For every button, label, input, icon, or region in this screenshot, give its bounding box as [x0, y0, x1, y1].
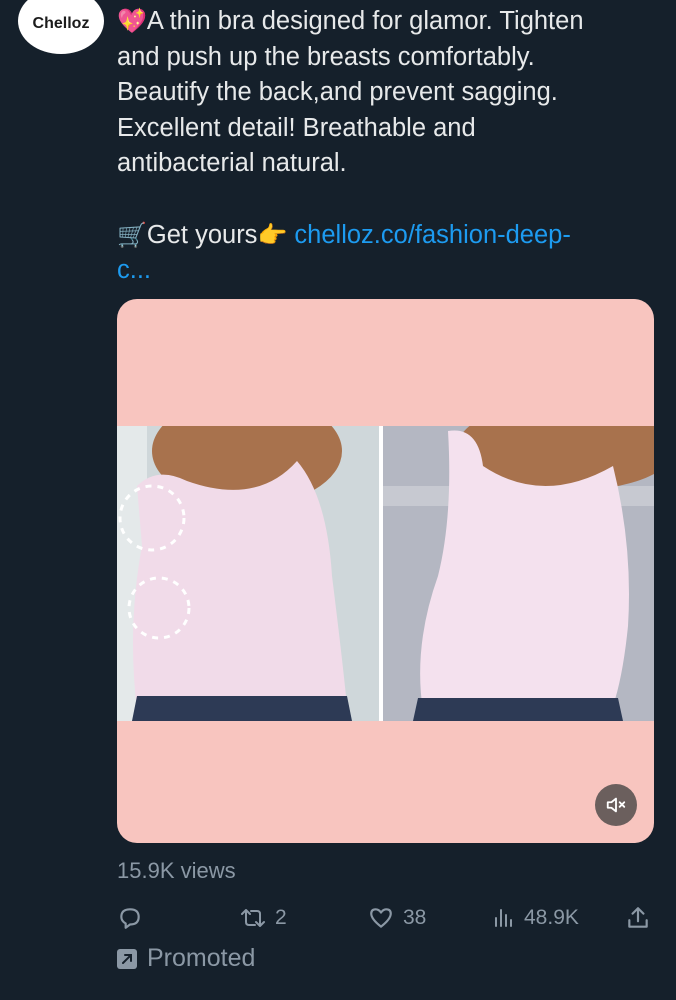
- retweet-icon: [241, 909, 265, 927]
- cta-line: 🛒Get yours👉 chelloz.co/fashion-deep-: [117, 218, 657, 254]
- tweet-line-1: 💖A thin bra designed for glamor. Tighten: [117, 7, 584, 35]
- product-link-continued[interactable]: c...: [117, 256, 151, 284]
- tweet-line-3: Beautify the back,and prevent sagging.: [117, 78, 558, 106]
- tweet-line-5: antibacterial natural.: [117, 149, 347, 177]
- product-link[interactable]: chelloz.co/fashion-deep-: [294, 221, 570, 249]
- video-player[interactable]: [117, 299, 654, 843]
- after-image: [383, 426, 654, 721]
- tweet-line-4: Excellent detail! Breathable and: [117, 113, 476, 142]
- retweet-count: 2: [275, 906, 287, 929]
- like-button[interactable]: 38: [367, 898, 426, 938]
- view-count: 15.9K views: [117, 858, 236, 883]
- share-button[interactable]: [625, 898, 651, 938]
- like-icon: [370, 908, 392, 928]
- like-count: 38: [403, 906, 427, 929]
- shopping-cart-icon: 🛒: [117, 221, 147, 249]
- retweet-button[interactable]: 2: [239, 898, 287, 938]
- promoted-icon: [117, 948, 137, 969]
- promoted-label: Promoted: [117, 944, 255, 973]
- reply-icon: [120, 908, 140, 929]
- before-image: [117, 426, 379, 721]
- cta-text: Get yours: [146, 220, 258, 249]
- avatar[interactable]: Chelloz: [18, 0, 104, 54]
- mute-button[interactable]: [595, 784, 637, 826]
- tweet-line-2: and push up the breasts comfortably.: [117, 42, 535, 71]
- analytics-icon: [495, 909, 512, 927]
- tweet-text: 💖A thin bra designed for glamor. Tighten…: [117, 4, 657, 289]
- mute-icon: [606, 797, 626, 813]
- reply-button[interactable]: [117, 898, 143, 938]
- sparkling-heart-icon: 💖: [117, 8, 147, 35]
- analytics-count: 48.9K: [524, 906, 579, 929]
- avatar-label: Chelloz: [32, 15, 90, 32]
- promoted-text: Promoted: [147, 944, 256, 972]
- pointing-hand-icon: 👉: [257, 221, 288, 249]
- analytics-button[interactable]: 48.9K: [492, 898, 579, 938]
- share-icon: [628, 907, 648, 928]
- action-bar: 2 38 48.9K: [117, 898, 657, 938]
